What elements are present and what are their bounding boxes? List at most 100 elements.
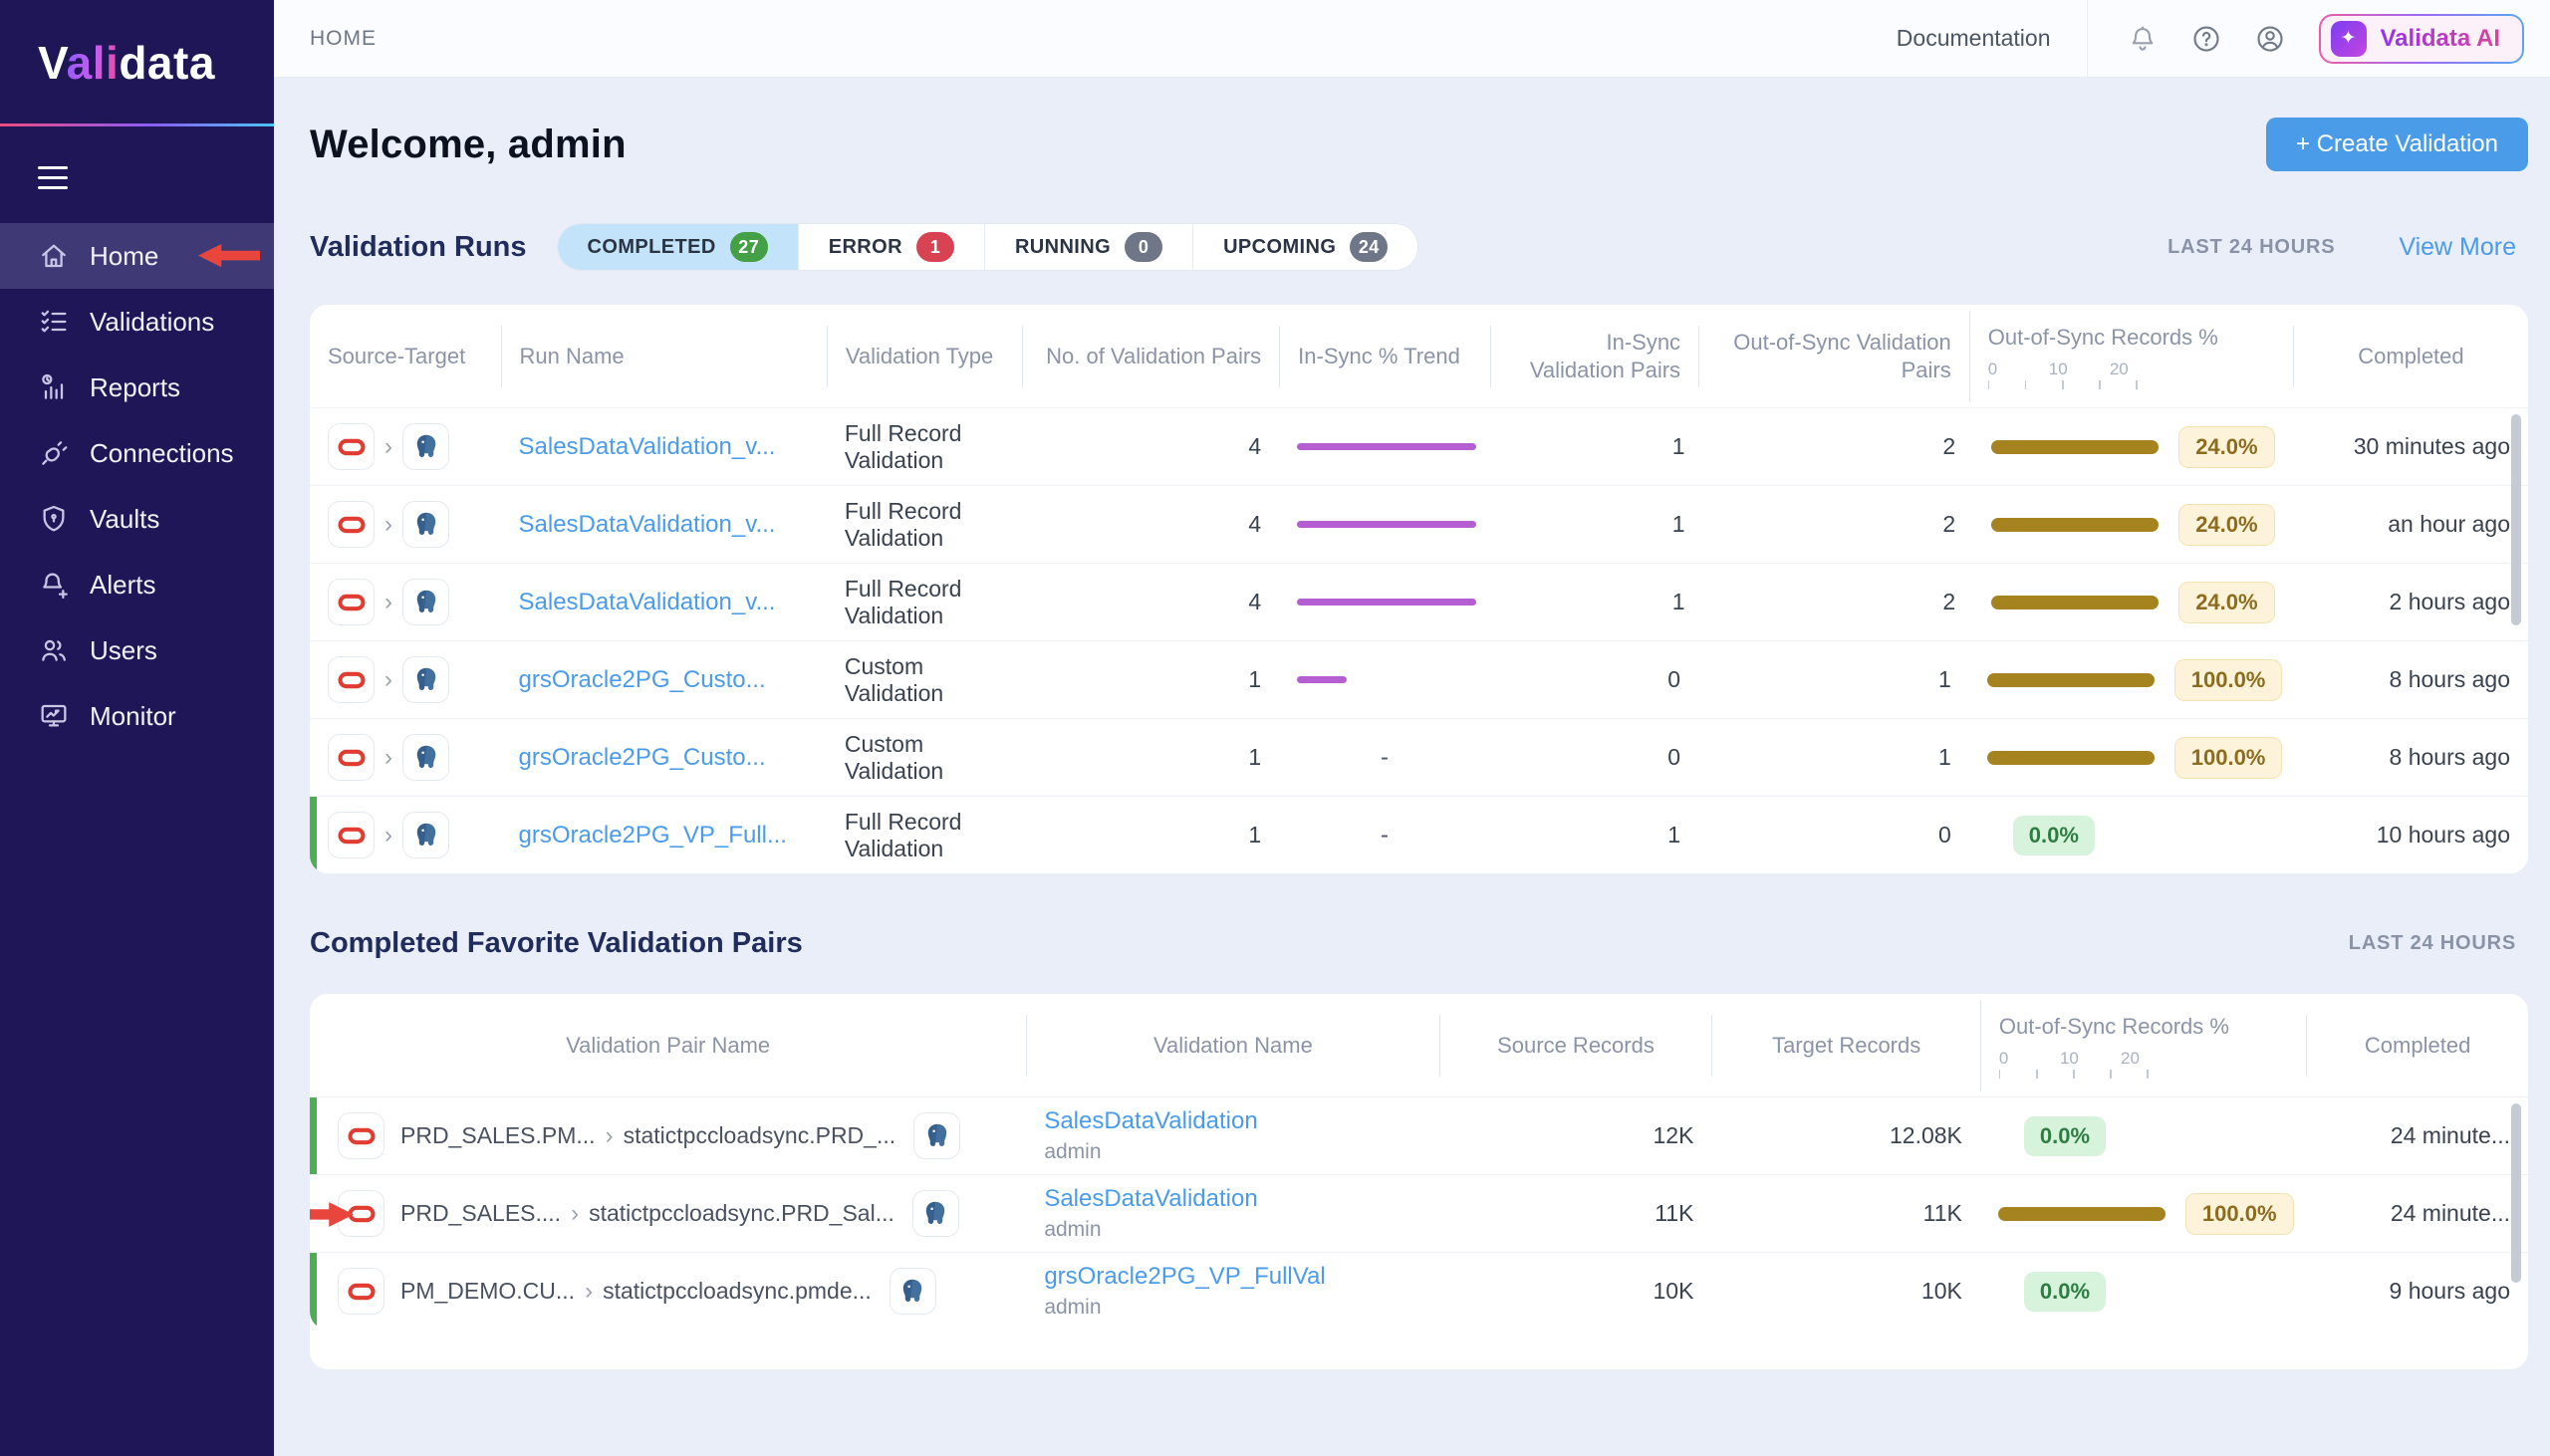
trend-cell bbox=[1279, 443, 1494, 450]
postgres-icon bbox=[913, 1112, 960, 1159]
target-records-cell: 12.08K bbox=[1711, 1122, 1979, 1149]
runs-scrollbar[interactable] bbox=[2511, 414, 2521, 625]
records-axis: 01020 bbox=[1999, 1048, 2183, 1078]
main-area: HOME Documentation ✦ Validata AI Welcome… bbox=[274, 0, 2550, 1456]
sidebar-item-reports[interactable]: Reports bbox=[0, 355, 274, 420]
tab-error[interactable]: ERROR1 bbox=[798, 224, 984, 270]
app-logo: Validata bbox=[0, 0, 274, 90]
in-sync-pairs-cell: 1 bbox=[1494, 511, 1702, 538]
table-row[interactable]: ›grsOracle2PG_Custo...Custom Validation1… bbox=[310, 640, 2528, 718]
validation-name-wrap: grsOracle2PG_VP_FullValadmin bbox=[1044, 1262, 1325, 1321]
run-name-link[interactable]: grsOracle2PG_Custo... bbox=[519, 666, 766, 694]
out-of-sync-pairs-cell: 2 bbox=[1703, 511, 1974, 538]
table-row[interactable]: ›SalesDataValidation_v...Full Record Val… bbox=[310, 563, 2528, 640]
out-of-sync-pairs-cell: 0 bbox=[1698, 822, 1969, 849]
runs-range-label: LAST 24 HOURS bbox=[2168, 236, 2335, 259]
run-name-link[interactable]: SalesDataValidation_v... bbox=[519, 511, 776, 539]
column-header: Out-of-Sync Records %01020 bbox=[1980, 1000, 2306, 1092]
tab-label: UPCOMING bbox=[1223, 236, 1336, 259]
table-row[interactable]: PM_DEMO.CU...›statictpccloadsync.pmde...… bbox=[310, 1252, 2528, 1330]
owner-label: admin bbox=[1044, 1139, 1257, 1165]
monitor-icon bbox=[38, 700, 70, 732]
topbar: HOME Documentation ✦ Validata AI bbox=[274, 0, 2550, 78]
ai-sparkle-icon: ✦ bbox=[2331, 21, 2367, 57]
axis-tick-label: 20 bbox=[2110, 359, 2129, 379]
table-row[interactable]: ›SalesDataValidation_v...Full Record Val… bbox=[310, 407, 2528, 485]
sidebar-item-users[interactable]: Users bbox=[0, 617, 274, 683]
table-row[interactable]: PRD_SALES.PM...›statictpccloadsync.PRD_.… bbox=[310, 1096, 2528, 1174]
tab-upcoming[interactable]: UPCOMING24 bbox=[1192, 224, 1417, 270]
favorites-scrollbar[interactable] bbox=[2511, 1103, 2521, 1283]
records-axis-ticks bbox=[1988, 380, 2138, 389]
postgres-icon bbox=[890, 1268, 936, 1315]
validata-ai-button[interactable]: ✦ Validata AI bbox=[2319, 14, 2525, 64]
trend-sparkline bbox=[1297, 676, 1347, 683]
out-of-sync-records-cell: 0.0% bbox=[1980, 1272, 2306, 1312]
users-icon bbox=[38, 634, 70, 666]
topbar-divider bbox=[2087, 0, 2088, 78]
target-records-cell: 11K bbox=[1711, 1200, 1979, 1227]
table-row[interactable]: ›SalesDataValidation_v...Full Record Val… bbox=[310, 485, 2528, 563]
column-header-label: Validation Name bbox=[1153, 1032, 1313, 1060]
sidebar-item-label: Users bbox=[90, 635, 157, 666]
help-icon[interactable] bbox=[2191, 24, 2221, 54]
sidebar-item-vaults[interactable]: Vaults bbox=[0, 486, 274, 552]
documentation-link[interactable]: Documentation bbox=[1897, 25, 2051, 52]
oracle-icon bbox=[338, 1268, 384, 1315]
tab-label: RUNNING bbox=[1015, 236, 1111, 259]
validation-name-wrap: SalesDataValidation admin bbox=[1044, 1106, 1257, 1165]
table-row[interactable]: ›grsOracle2PG_VP_Full...Full Record Vali… bbox=[310, 796, 2528, 873]
column-header: Validation Pair Name bbox=[310, 1015, 1026, 1077]
trend-sparkline bbox=[1297, 521, 1476, 528]
notifications-bell-icon[interactable] bbox=[2128, 24, 2158, 54]
run-name-link[interactable]: SalesDataValidation_v... bbox=[519, 433, 776, 461]
validation-name-wrap: SalesDataValidationadmin bbox=[1044, 1184, 1257, 1243]
num-pairs-cell: 1 bbox=[1022, 666, 1279, 693]
axis-tick-label: 0 bbox=[1988, 359, 1997, 379]
tab-count-badge: 1 bbox=[916, 232, 954, 262]
records-percent-badge: 0.0% bbox=[2024, 1272, 2106, 1312]
sidebar-item-label: Vaults bbox=[90, 504, 159, 535]
completed-cell: 8 hours ago bbox=[2300, 744, 2528, 771]
num-pairs-cell: 4 bbox=[1022, 511, 1279, 538]
validation-name-link[interactable]: SalesDataValidation bbox=[1044, 1184, 1257, 1214]
validation-type-cell: Custom Validation bbox=[827, 653, 1022, 707]
hamburger-menu-icon[interactable] bbox=[38, 166, 68, 189]
create-validation-button[interactable]: + Create Validation bbox=[2266, 118, 2528, 171]
sidebar-item-alerts[interactable]: Alerts bbox=[0, 552, 274, 617]
validation-name-link[interactable]: grsOracle2PG_VP_FullVal bbox=[1044, 1262, 1325, 1292]
gradient-divider bbox=[0, 123, 274, 126]
records-percent-badge: 24.0% bbox=[2178, 504, 2274, 546]
column-header: Target Records bbox=[1711, 1015, 1979, 1077]
run-name-link[interactable]: SalesDataValidation_v... bbox=[519, 589, 776, 616]
sidebar-item-label: Validations bbox=[90, 307, 214, 338]
validation-pair-cell: PM_DEMO.CU...›statictpccloadsync.pmde... bbox=[310, 1268, 1026, 1315]
in-sync-pairs-cell: 0 bbox=[1490, 666, 1698, 693]
sidebar-item-validations[interactable]: Validations bbox=[0, 289, 274, 355]
tab-completed[interactable]: COMPLETED27 bbox=[558, 224, 798, 270]
view-more-link[interactable]: View More bbox=[2399, 233, 2516, 262]
validation-name-link[interactable]: SalesDataValidation bbox=[1044, 1106, 1257, 1136]
run-name-link[interactable]: grsOracle2PG_Custo... bbox=[519, 744, 766, 772]
target-records-cell: 10K bbox=[1711, 1278, 1979, 1305]
trend-empty: - bbox=[1381, 822, 1389, 849]
oracle-icon bbox=[328, 423, 375, 470]
pair-source-name: PRD_SALES.... bbox=[400, 1200, 561, 1227]
sidebar-item-connections[interactable]: Connections bbox=[0, 420, 274, 486]
column-header: Source Records bbox=[1439, 1015, 1712, 1077]
table-row[interactable]: ›grsOracle2PG_Custo...Custom Validation1… bbox=[310, 718, 2528, 796]
sidebar-item-home[interactable]: Home bbox=[0, 223, 274, 289]
sidebar-item-monitor[interactable]: Monitor bbox=[0, 683, 274, 749]
user-account-icon[interactable] bbox=[2255, 24, 2285, 54]
tab-running[interactable]: RUNNING0 bbox=[984, 224, 1192, 270]
num-pairs-cell: 1 bbox=[1022, 822, 1279, 849]
records-percent-badge: 100.0% bbox=[2174, 737, 2283, 779]
run-name-link[interactable]: grsOracle2PG_VP_Full... bbox=[519, 822, 787, 849]
column-header: Validation Name bbox=[1026, 1015, 1438, 1077]
source-records-cell: 11K bbox=[1439, 1200, 1712, 1227]
table-row[interactable]: PRD_SALES....›statictpccloadsync.PRD_Sal… bbox=[310, 1174, 2528, 1252]
runs-status-tabs: COMPLETED27ERROR1RUNNING0UPCOMING24 bbox=[557, 223, 1419, 271]
column-header-label: Validation Pair Name bbox=[566, 1032, 770, 1060]
tab-count-badge: 27 bbox=[730, 232, 768, 262]
records-percent-badge: 0.0% bbox=[2013, 816, 2095, 855]
